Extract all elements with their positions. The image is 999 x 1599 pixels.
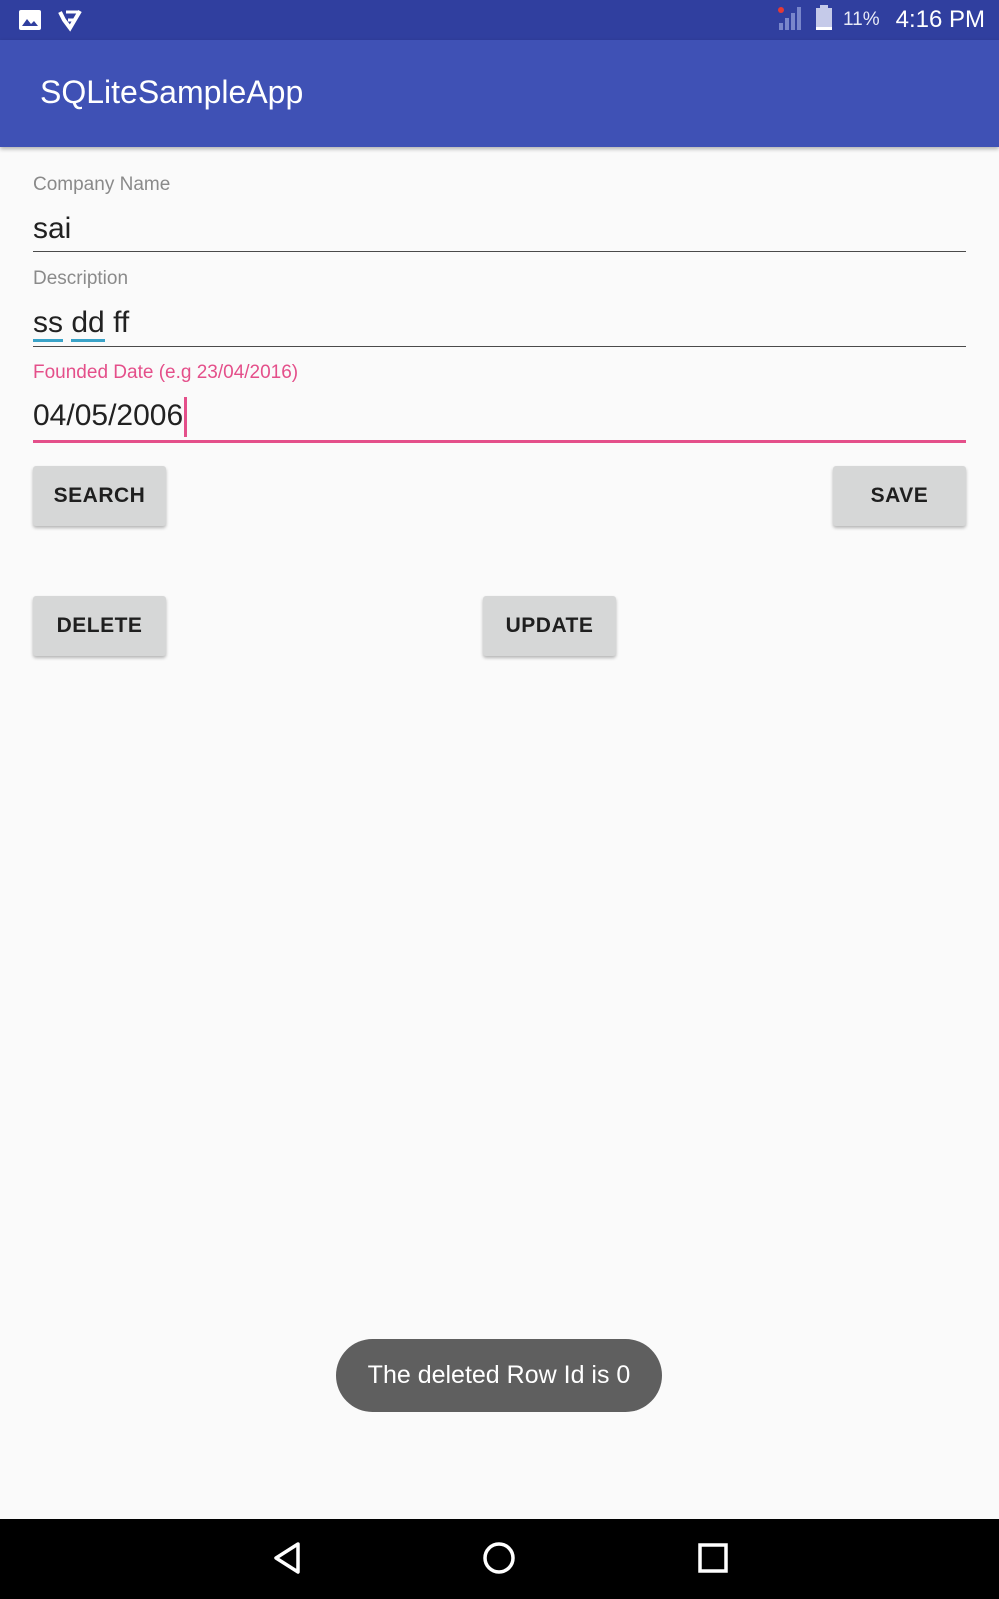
home-icon[interactable] xyxy=(481,1540,517,1581)
update-button[interactable]: UPDATE xyxy=(483,596,616,656)
back-icon[interactable] xyxy=(270,1540,304,1581)
recents-icon[interactable] xyxy=(696,1540,730,1581)
company-name-underline xyxy=(33,251,966,252)
clock: 4:16 PM xyxy=(895,6,985,33)
description-word: ss xyxy=(33,306,63,342)
description-label: Description xyxy=(33,268,129,289)
text-cursor xyxy=(184,397,188,438)
battery-icon xyxy=(815,4,833,36)
image-icon xyxy=(18,8,42,37)
app-title: SQLiteSampleApp xyxy=(40,74,304,110)
navigation-bar xyxy=(0,1519,999,1599)
founded-date-label: Founded Date (e.g 23/04/2016) xyxy=(33,362,299,383)
battery-percent: 11% xyxy=(842,9,880,30)
app-bar: SQLiteSampleApp xyxy=(0,40,999,147)
search-button[interactable]: SEARCH xyxy=(33,466,166,526)
status-bar: 11% 4:16 PM xyxy=(0,0,999,40)
save-button[interactable]: SAVE xyxy=(833,466,966,526)
founded-date-value: 04/05/2006 xyxy=(33,399,184,432)
company-name-value: sai xyxy=(33,212,72,245)
founded-date-underline xyxy=(33,440,966,443)
description-word: dd xyxy=(71,306,105,342)
checklist-icon xyxy=(58,8,82,37)
founded-date-input[interactable]: 04/05/2006 xyxy=(33,393,966,439)
description-word: ff xyxy=(113,306,130,339)
company-name-input[interactable]: sai xyxy=(33,206,966,252)
company-name-label: Company Name xyxy=(33,174,171,195)
delete-button[interactable]: DELETE xyxy=(33,596,166,656)
description-underline xyxy=(33,346,966,347)
toast-message: The deleted Row Id is 0 xyxy=(336,1339,662,1412)
description-input[interactable]: ss dd ff xyxy=(33,300,966,346)
signal-icon xyxy=(777,5,805,36)
